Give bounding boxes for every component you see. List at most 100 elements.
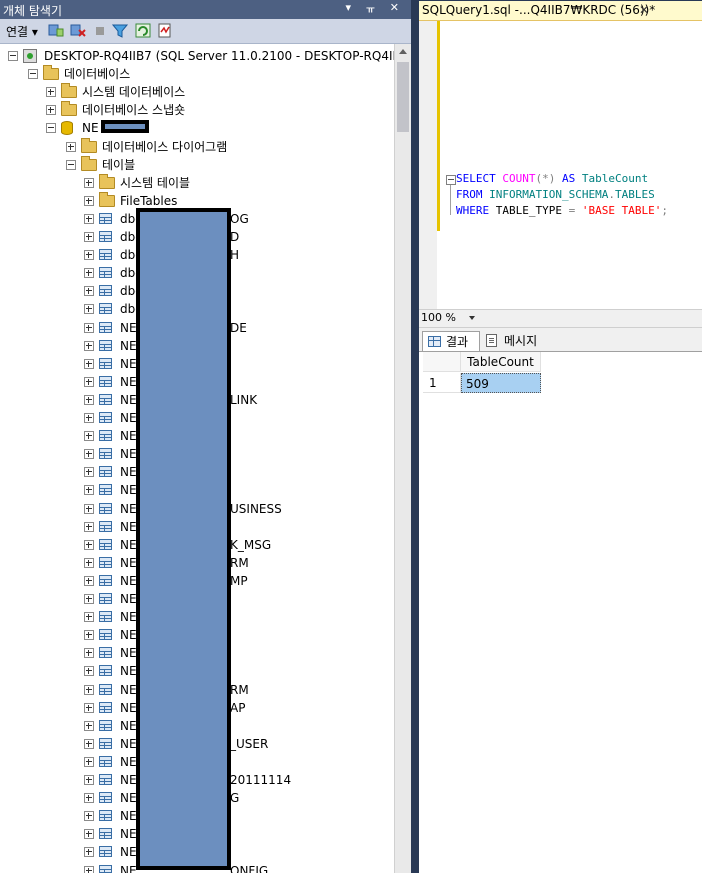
tree-node-label-suffix: D [230, 230, 240, 244]
expand-plus-icon[interactable] [84, 594, 94, 604]
expand-plus-icon[interactable] [84, 539, 94, 550]
connect-button[interactable]: 연결 ▾ [6, 23, 38, 40]
panel-splitter[interactable] [411, 0, 419, 873]
expand-plus-icon[interactable] [84, 557, 94, 568]
collapse-minus-icon[interactable] [8, 51, 18, 61]
expand-plus-icon[interactable] [84, 612, 94, 623]
expand-plus-icon[interactable] [84, 829, 94, 840]
expand-plus-icon[interactable] [84, 322, 94, 333]
tree-node-label: NE [82, 121, 99, 136]
expand-plus-icon[interactable] [84, 575, 94, 586]
expand-plus-icon[interactable] [84, 358, 94, 369]
tree-node[interactable]: 시스템 데이터베이스 [0, 83, 394, 101]
expand-plus-icon[interactable] [84, 503, 94, 514]
tree-node-label-suffix: RM [230, 682, 249, 697]
scroll-up-arrow-icon[interactable] [399, 49, 407, 54]
expand-plus-icon[interactable] [84, 268, 94, 279]
tab-close-icon[interactable]: ✕ [639, 3, 649, 17]
expand-plus-icon[interactable] [84, 340, 94, 351]
sql-editor[interactable]: SELECT COUNT(*) AS TableCount FROM INFOR… [443, 21, 702, 309]
chevron-down-icon[interactable] [469, 316, 475, 320]
expand-plus-icon[interactable] [66, 141, 76, 152]
table-icon [99, 665, 112, 677]
code-line-2: FROM INFORMATION_SCHEMA.TABLES [456, 187, 655, 203]
connect-object-icon[interactable] [48, 23, 64, 38]
grid-cell-tablecount[interactable]: 509 [461, 373, 541, 393]
tree-node[interactable]: 데이터베이스 스냅숏 [0, 101, 394, 119]
expand-plus-icon[interactable] [46, 87, 56, 98]
expand-plus-icon[interactable] [84, 195, 94, 206]
tree-node-label: 데이터베이스 다이어그램 [102, 139, 228, 154]
collapse-minus-icon[interactable] [28, 69, 38, 80]
tree-node[interactable]: 테이블 [0, 155, 394, 174]
result-tabs: 결과 메시지 [419, 328, 702, 352]
expand-plus-icon[interactable] [84, 775, 94, 785]
tree-node-label-suffix: USINESS [230, 501, 282, 516]
tree-node-label: NE [120, 429, 137, 444]
activity-monitor-icon[interactable] [157, 23, 173, 38]
expand-plus-icon[interactable] [84, 630, 94, 641]
tree-node[interactable]: DESKTOP-RQ4IIB7 (SQL Server 11.0.2100 - … [0, 47, 394, 65]
expand-plus-icon[interactable] [84, 648, 94, 659]
expand-plus-icon[interactable] [84, 756, 94, 767]
grid-column-header[interactable]: TableCount [461, 352, 541, 372]
filter-icon[interactable] [112, 23, 128, 38]
tab-messages-label: 메시지 [504, 334, 538, 348]
tab-messages[interactable]: 메시지 [481, 331, 547, 351]
expand-plus-icon[interactable] [84, 467, 94, 478]
expand-plus-icon[interactable] [84, 865, 94, 873]
tab-sqlquery1[interactable]: SQLQuery1.sql -...Q4IIB7₩KRDC (56))* ✕ [419, 1, 702, 21]
refresh-icon[interactable] [135, 23, 151, 38]
expand-plus-icon[interactable] [84, 521, 94, 532]
object-explorer-scrollbar[interactable] [394, 44, 411, 873]
stop-icon[interactable] [92, 23, 108, 38]
zoom-select[interactable]: 100 % [421, 311, 456, 324]
folder-icon [61, 83, 77, 99]
expand-plus-icon[interactable] [84, 449, 94, 460]
tab-results[interactable]: 결과 [422, 331, 480, 351]
scrollbar-thumb[interactable] [397, 62, 409, 132]
expand-plus-icon[interactable] [84, 250, 94, 261]
expand-plus-icon[interactable] [84, 394, 94, 405]
collapse-minus-icon[interactable] [46, 123, 56, 134]
title-bar-buttons[interactable]: ▾ ᚂ ✕ [345, 1, 405, 14]
expand-plus-icon[interactable] [84, 666, 94, 677]
collapse-minus-icon[interactable] [66, 159, 76, 170]
table-icon [99, 683, 112, 695]
expand-plus-icon[interactable] [84, 720, 94, 731]
tree-node-label: NE [120, 374, 137, 389]
operator: = [561, 204, 582, 217]
results-grid[interactable]: TableCount 1 509 [419, 352, 702, 873]
expand-plus-icon[interactable] [84, 304, 94, 315]
tree-node-label-suffix: OG [230, 211, 249, 226]
expand-plus-icon[interactable] [84, 485, 94, 496]
expand-plus-icon[interactable] [84, 376, 94, 387]
expand-plus-icon[interactable] [84, 684, 94, 695]
expand-plus-icon[interactable] [84, 413, 94, 423]
grid-row-number[interactable]: 1 [423, 373, 461, 393]
expand-plus-icon[interactable] [84, 847, 94, 858]
table-icon [99, 412, 112, 423]
expand-plus-icon[interactable] [84, 811, 94, 822]
tree-node[interactable]: 데이터베이스 [0, 65, 394, 83]
disconnect-icon[interactable] [70, 23, 86, 38]
table-icon [99, 774, 112, 785]
expand-plus-icon[interactable] [46, 105, 56, 116]
outline-collapse-icon[interactable] [446, 175, 456, 185]
tree-node[interactable]: NE [0, 119, 394, 137]
table-icon [99, 484, 112, 496]
schema-identifier: INFORMATION_SCHEMA [489, 188, 609, 201]
expand-plus-icon[interactable] [84, 702, 94, 713]
redaction-box-large [136, 208, 231, 870]
expand-plus-icon[interactable] [84, 177, 94, 188]
tree-node[interactable]: 데이터베이스 다이어그램 [0, 137, 394, 156]
expand-plus-icon[interactable] [84, 793, 94, 804]
expand-plus-icon[interactable] [84, 431, 94, 442]
expand-plus-icon[interactable] [84, 232, 94, 242]
table-icon [99, 792, 112, 804]
expand-plus-icon[interactable] [84, 738, 94, 749]
expand-plus-icon[interactable] [84, 213, 94, 224]
grid-corner[interactable] [423, 352, 461, 372]
expand-plus-icon[interactable] [84, 286, 94, 297]
tree-node[interactable]: 시스템 테이블 [0, 173, 394, 192]
